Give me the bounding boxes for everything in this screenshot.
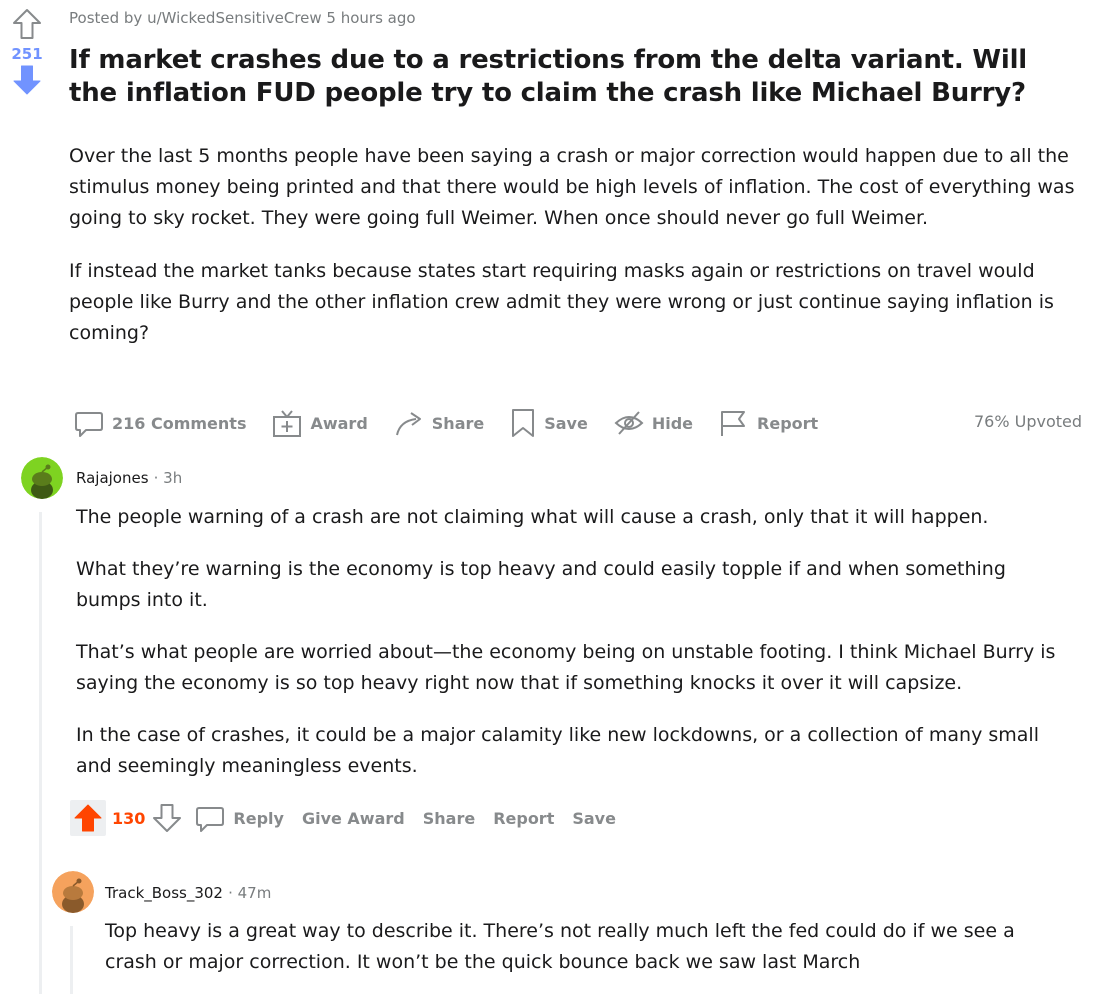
comment-share-button[interactable]: Share (423, 809, 475, 828)
avatar[interactable] (52, 871, 94, 913)
avatar[interactable] (21, 457, 63, 499)
post-score: 251 (11, 45, 43, 63)
share-button[interactable]: Share (394, 408, 484, 438)
downvote-button[interactable] (6, 64, 48, 96)
downvote-arrow-icon (13, 65, 41, 95)
comment-score: 130 (112, 808, 146, 828)
comment-paragraph: What they’re warning is the economy is t… (76, 558, 1006, 611)
comments-button[interactable]: 216 Comments (74, 408, 246, 438)
upvote-ratio: 76% Upvoted (973, 412, 1082, 431)
post-action-bar: 216 Comments Award Share Save Hide Repor… (74, 404, 844, 442)
post-title[interactable]: If market crashes due to a restrictions … (69, 44, 1059, 110)
comment-header: Track_Boss_302 · 47m (105, 883, 271, 902)
comment-body: The people warning of a crash are not cl… (76, 502, 1076, 782)
comment-bubble-icon (75, 412, 103, 437)
comment-header: Rajajones · 3h (76, 468, 182, 487)
upvote-button[interactable] (6, 8, 48, 40)
give-award-button[interactable]: Give Award (302, 809, 405, 828)
bookmark-icon (512, 409, 535, 437)
post-paragraph: Over the last 5 months people have been … (69, 145, 1075, 229)
comment-save-button[interactable]: Save (572, 809, 616, 828)
post-body: Over the last 5 months people have been … (69, 141, 1079, 349)
post-vote-column: 251 (6, 8, 48, 96)
thread-line[interactable] (70, 926, 73, 994)
comment-paragraph: The people warning of a crash are not cl… (76, 506, 989, 528)
downvote-arrow-icon (153, 804, 182, 832)
comment-paragraph: That’s what people are worried about—the… (76, 641, 1056, 694)
share-arrow-icon (395, 412, 421, 436)
comment-bubble-icon (196, 807, 225, 832)
comment-upvote-button[interactable] (70, 800, 106, 836)
comment-time: · 3h (153, 469, 183, 487)
comments-label: 216 Comments (112, 413, 247, 433)
save-button[interactable]: Save (510, 408, 588, 438)
snoo-avatar-icon (52, 871, 94, 913)
upvote-arrow-icon (74, 804, 102, 832)
comment-paragraph: Top heavy is a great way to describe it.… (105, 920, 1015, 973)
comment-body: Top heavy is a great way to describe it.… (105, 916, 1065, 978)
flag-icon (721, 411, 746, 436)
award-button[interactable]: Award (272, 408, 368, 438)
snoo-avatar-icon (21, 457, 63, 499)
report-label: Report (757, 413, 819, 433)
save-label: Save (544, 413, 588, 433)
comment-action-bar: 130 Reply Give Award Share Report Save (70, 800, 634, 836)
comment-author[interactable]: Track_Boss_302 (105, 884, 223, 902)
reply-label: Reply (233, 808, 284, 828)
comment-report-button[interactable]: Report (493, 809, 554, 828)
report-button[interactable]: Report (719, 408, 818, 438)
eye-slash-icon (614, 411, 644, 435)
hide-label: Hide (651, 413, 694, 433)
thread-line[interactable] (39, 512, 42, 994)
post-meta: Posted by u/WickedSensitiveCrew 5 hours … (69, 9, 416, 27)
share-label: Share (431, 413, 485, 433)
comment-author[interactable]: Rajajones (76, 469, 149, 487)
hide-button[interactable]: Hide (614, 408, 693, 438)
gift-icon (273, 410, 302, 437)
award-label: Award (310, 413, 368, 433)
post-paragraph: If instead the market tanks because stat… (69, 260, 1054, 344)
comment-paragraph: In the case of crashes, it could be a ma… (76, 724, 1039, 777)
reply-button[interactable]: Reply (195, 803, 284, 833)
upvote-arrow-icon (13, 9, 41, 39)
comment-downvote-button[interactable] (153, 803, 182, 833)
comment-time: · 47m (228, 884, 272, 902)
